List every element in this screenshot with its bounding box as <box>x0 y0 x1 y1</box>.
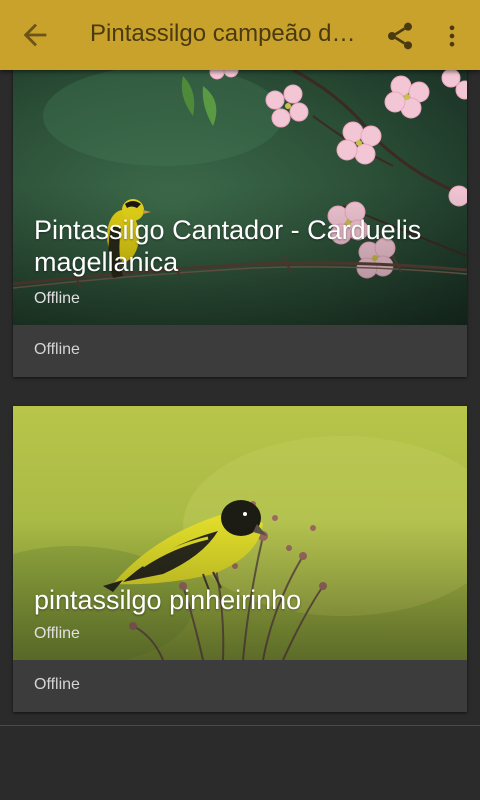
card-footer-status: Offline <box>34 676 80 693</box>
app-bar: Pintassilgo campeão de canto <box>0 0 480 70</box>
card-title: pintassilgo pinheirinho <box>34 585 302 615</box>
arrow-back-icon[interactable] <box>18 18 52 52</box>
divider <box>0 725 480 726</box>
card-image[interactable]: pintassilgo pinheirinho Offline <box>13 406 467 660</box>
video-card[interactable]: Pintassilgo Cantador - Carduelis magella… <box>13 56 467 377</box>
video-card[interactable]: pintassilgo pinheirinho Offline Offline <box>13 406 467 712</box>
page-title: Pintassilgo campeão de canto <box>90 20 360 47</box>
share-icon[interactable] <box>384 20 416 52</box>
card-status: Offline <box>34 625 80 642</box>
card-image[interactable]: Pintassilgo Cantador - Carduelis magella… <box>13 56 467 325</box>
card-status: Offline <box>34 290 80 307</box>
more-vert-icon[interactable] <box>438 20 466 52</box>
card-footer-status: Offline <box>34 341 80 358</box>
card-title: Pintassilgo Cantador - Carduelis magella… <box>34 215 422 277</box>
